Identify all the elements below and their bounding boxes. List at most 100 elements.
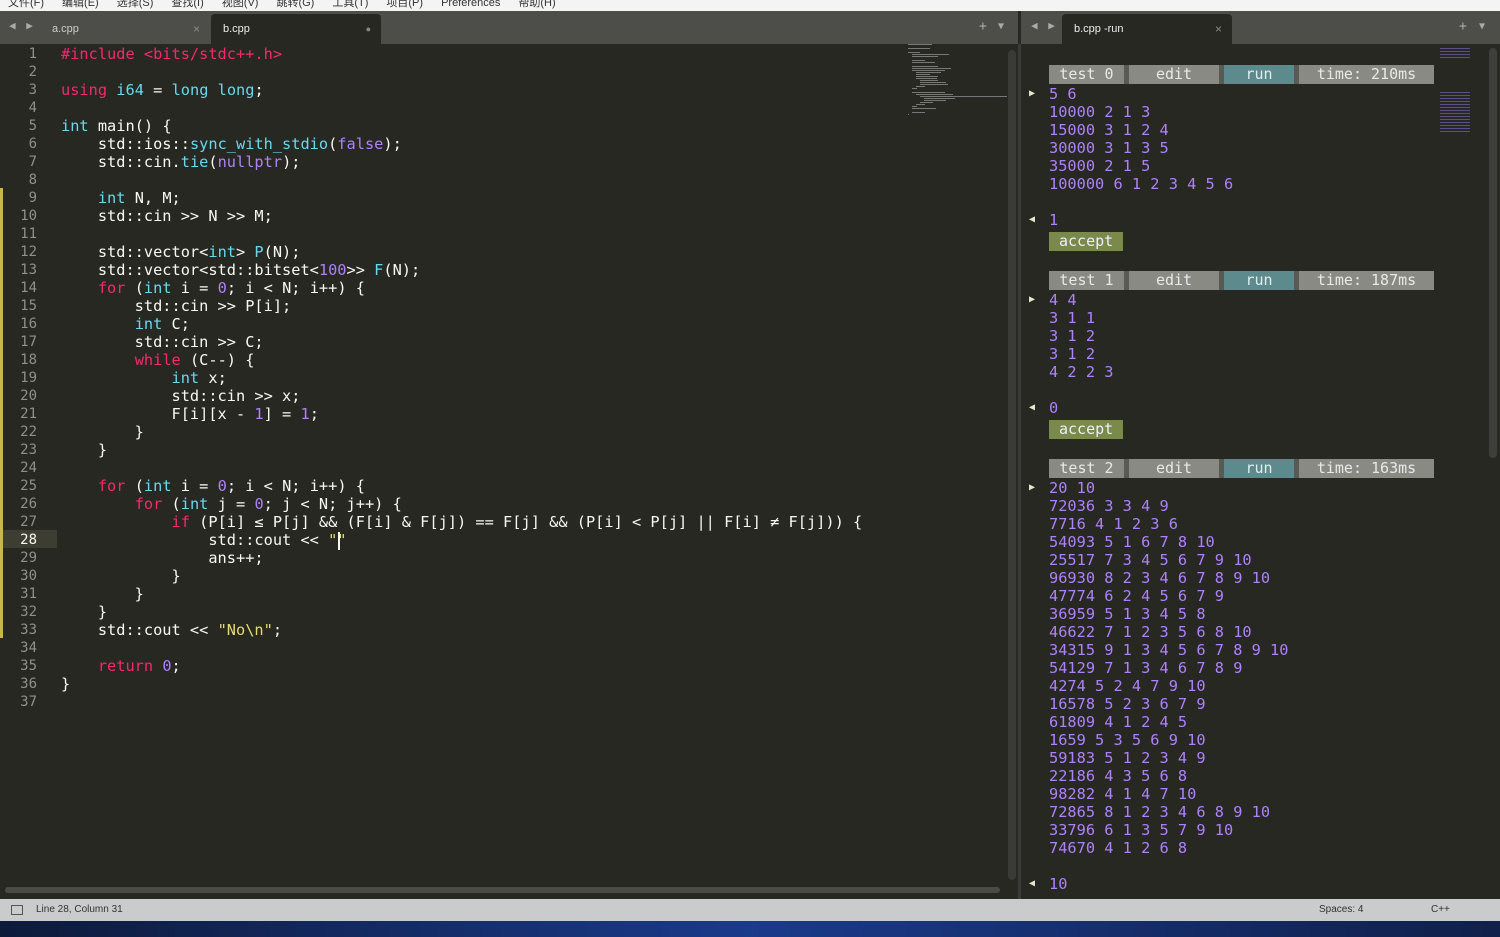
menu-item[interactable]: 帮助(H) bbox=[518, 0, 555, 9]
output-marker-icon[interactable]: ◀ bbox=[1029, 875, 1035, 893]
minimap[interactable] bbox=[908, 44, 1007, 119]
code-token: F[i][x - bbox=[61, 405, 255, 423]
line-number: 31 bbox=[20, 586, 37, 602]
code-token: (P[i] ≤ P[j] && (F[i] & F[j]) == F[j] &&… bbox=[189, 513, 863, 531]
menu-item[interactable]: 选择(S) bbox=[117, 0, 154, 9]
tab-label: b.cpp -run bbox=[1074, 23, 1124, 35]
menu-item[interactable]: 文件(F) bbox=[8, 0, 44, 9]
output-scrollbar[interactable] bbox=[1489, 48, 1497, 458]
menu-item[interactable]: 工具(T) bbox=[332, 0, 368, 9]
input-line: 20 10 bbox=[1049, 479, 1096, 497]
verdict-badge: accept bbox=[1049, 232, 1124, 251]
run-button[interactable]: run bbox=[1224, 65, 1294, 84]
line-number: 27 bbox=[20, 514, 37, 530]
output-minimap[interactable] bbox=[1440, 48, 1470, 58]
line-number: 29 bbox=[20, 550, 37, 566]
tab-label: b.cpp bbox=[223, 23, 250, 35]
editor-vertical-scrollbar[interactable] bbox=[1008, 50, 1016, 880]
code-token: (N); bbox=[263, 243, 301, 261]
left-tab-bar: ◀ ▶ a.cpp × b.cpp ● + ▼ bbox=[0, 11, 1018, 44]
code-token: int bbox=[134, 315, 163, 333]
output-marker-icon[interactable]: ◀ bbox=[1029, 399, 1035, 417]
syntax-setting[interactable]: C++ bbox=[1431, 899, 1450, 921]
minimap-line bbox=[912, 112, 925, 113]
menu-item[interactable]: Preferences bbox=[441, 0, 500, 9]
input-line: 46622 7 1 2 3 5 6 8 10 bbox=[1049, 623, 1252, 641]
code-line: F[i][x - 1] = 1; bbox=[61, 405, 319, 423]
input-line: 1659 5 3 5 6 9 10 bbox=[1049, 731, 1206, 749]
new-tab-plus-icon[interactable]: + bbox=[1459, 19, 1467, 34]
minimap-line bbox=[912, 106, 917, 107]
input-marker-icon[interactable]: ▶ bbox=[1029, 85, 1035, 103]
minimap-line bbox=[908, 52, 920, 53]
code-token: ; i < N; i++) { bbox=[226, 279, 365, 297]
minimap-line bbox=[924, 100, 946, 101]
output-marker-icon[interactable]: ◀ bbox=[1029, 211, 1035, 229]
code-token: ); bbox=[383, 135, 402, 153]
indentation-setting[interactable]: Spaces: 4 bbox=[1319, 899, 1363, 921]
line-number: 21 bbox=[20, 406, 37, 422]
minimap-line bbox=[916, 94, 953, 95]
code-token: nullptr bbox=[217, 153, 283, 171]
code-token: j = bbox=[208, 495, 255, 513]
code-token: F bbox=[374, 261, 384, 279]
run-button[interactable]: run bbox=[1224, 271, 1294, 290]
code-line: int N, M; bbox=[61, 189, 181, 207]
code-token: int bbox=[97, 189, 126, 207]
edit-button[interactable]: edit bbox=[1129, 459, 1219, 478]
tab-nav-arrows-icon[interactable]: ◀ ▶ bbox=[9, 19, 35, 32]
line-number: 7 bbox=[28, 154, 37, 170]
code-line: std::cout << "No\n"; bbox=[61, 621, 282, 639]
minimap-line bbox=[916, 76, 938, 77]
code-token: int bbox=[171, 369, 200, 387]
input-line: 54093 5 1 6 7 8 10 bbox=[1049, 533, 1215, 551]
tab-b-cpp[interactable]: b.cpp ● bbox=[211, 14, 381, 44]
tab-a-cpp[interactable]: a.cpp × bbox=[40, 14, 210, 44]
editor-horizontal-scrollbar[interactable] bbox=[5, 887, 1000, 893]
new-tab-plus-icon[interactable]: + bbox=[979, 19, 987, 34]
input-line: 4 2 2 3 bbox=[1049, 363, 1114, 381]
menu-item[interactable]: 查找(I) bbox=[171, 0, 203, 9]
close-icon[interactable]: × bbox=[1215, 14, 1222, 44]
line-number: 16 bbox=[20, 316, 37, 332]
run-button[interactable]: run bbox=[1224, 459, 1294, 478]
code-token: std::ios:: bbox=[61, 135, 190, 153]
input-marker-icon[interactable]: ▶ bbox=[1029, 291, 1035, 309]
line-number: 1 bbox=[28, 46, 37, 62]
tab-nav-arrows-icon[interactable]: ◀ ▶ bbox=[1031, 19, 1057, 32]
tab-dropdown-icon[interactable]: ▼ bbox=[1479, 21, 1485, 32]
minimap-line bbox=[912, 60, 925, 61]
menu-item[interactable]: 跳转(G) bbox=[276, 0, 314, 9]
edit-button[interactable]: edit bbox=[1129, 65, 1219, 84]
test-label: test 1 bbox=[1049, 271, 1124, 290]
input-marker-icon[interactable]: ▶ bbox=[1029, 479, 1035, 497]
menu-item[interactable]: 视图(V) bbox=[222, 0, 259, 9]
menu-item[interactable]: 项目(P) bbox=[386, 0, 423, 9]
line-number: 3 bbox=[28, 82, 37, 98]
test-header: test 1 edit run time: 187ms bbox=[1049, 271, 1434, 290]
line-number: 13 bbox=[20, 262, 37, 278]
code-token: #include <bits/stdc++.h> bbox=[61, 45, 283, 63]
tab-b-cpp-run[interactable]: b.cpp -run × bbox=[1062, 14, 1232, 44]
code-token: std::cin >> C; bbox=[61, 333, 264, 351]
line-number: 23 bbox=[20, 442, 37, 458]
code-token: "No\n" bbox=[217, 621, 273, 639]
menu-item[interactable]: 编辑(E) bbox=[62, 0, 99, 9]
tab-label: a.cpp bbox=[52, 23, 79, 35]
line-number: 35 bbox=[20, 658, 37, 674]
panel-toggle-icon[interactable] bbox=[11, 905, 23, 915]
tab-dropdown-icon[interactable]: ▼ bbox=[998, 21, 1004, 32]
code-token: std::cin >> x; bbox=[61, 387, 301, 405]
line-number: 19 bbox=[20, 370, 37, 386]
code-line: } bbox=[61, 441, 107, 459]
code-token: int bbox=[61, 117, 89, 135]
edit-button[interactable]: edit bbox=[1129, 271, 1219, 290]
input-line: 25517 7 3 4 5 6 7 9 10 bbox=[1049, 551, 1252, 569]
code-token: ; bbox=[309, 405, 319, 423]
close-icon[interactable]: × bbox=[193, 14, 200, 44]
code-token: for bbox=[97, 477, 126, 495]
output-minimap[interactable] bbox=[1440, 92, 1470, 132]
unsaved-dot-icon[interactable]: ● bbox=[366, 14, 371, 44]
code-token: 0 bbox=[217, 279, 227, 297]
